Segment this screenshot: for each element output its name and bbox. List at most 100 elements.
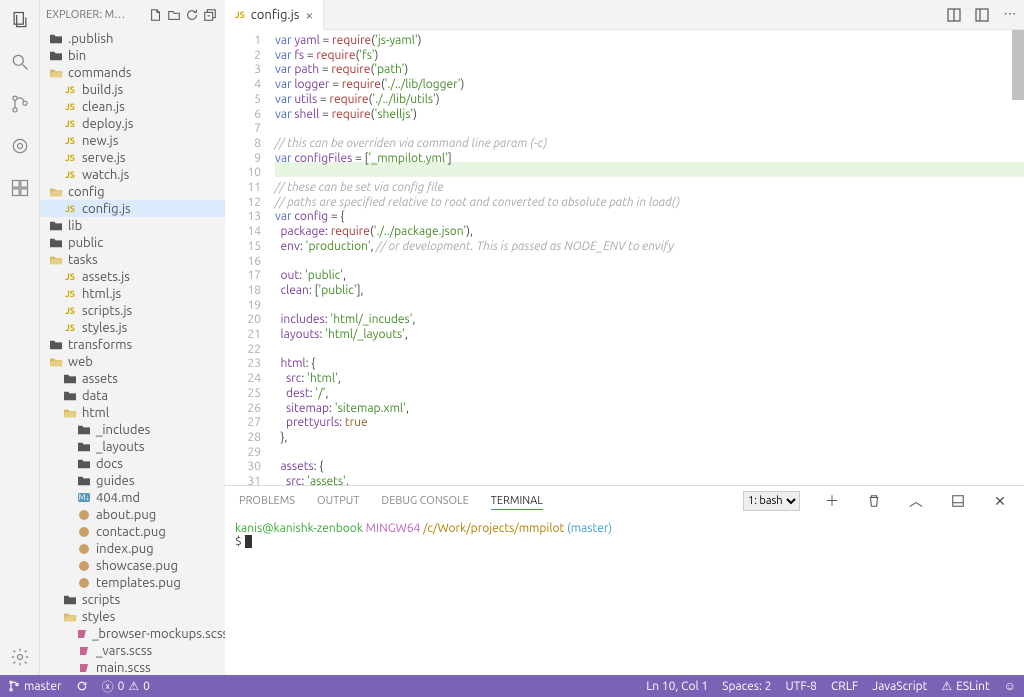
folder-open-icon [48,253,64,267]
tree-item[interactable]: web [40,353,225,370]
tree-item[interactable]: lib [40,217,225,234]
panel-tabs: PROBLEMS OUTPUT DEBUG CONSOLE TERMINAL 1: b… [225,486,1024,516]
folder-icon [62,389,78,403]
tree-item[interactable]: JSserve.js [40,149,225,166]
close-panel-icon[interactable]: ✕ [990,491,1010,511]
code-lines[interactable]: var yaml = require('js-yaml')var fs = re… [275,30,1024,485]
file-tree[interactable]: .publishbincommandsJSbuild.jsJSclean.jsJ… [40,30,225,675]
tree-item[interactable]: transforms [40,336,225,353]
terminal[interactable]: kanis@kanishk-zenbook MINGW64 /c/Work/pr… [225,516,1024,675]
new-file-icon[interactable] [147,6,165,24]
settings-gear-icon[interactable] [8,645,32,669]
tree-item[interactable]: JShtml.js [40,285,225,302]
term-user: kanis@kanishk-zenbook [235,522,363,535]
folder-icon [48,49,64,63]
scrollbar[interactable] [1012,30,1024,485]
js-icon: JS [62,304,78,318]
tree-item[interactable]: JSassets.js [40,268,225,285]
kill-terminal-icon[interactable] [864,491,884,511]
tree-item[interactable]: _layouts [40,438,225,455]
explorer-icon[interactable] [8,8,32,32]
tree-item-label: guides [96,474,134,488]
js-icon: JS [62,100,78,114]
tree-item[interactable]: .publish [40,30,225,47]
tree-item-label: public [68,236,103,250]
refresh-icon[interactable] [183,6,201,24]
tree-item[interactable]: JSbuild.js [40,81,225,98]
maximize-panel-icon[interactable]: ︿ [906,491,926,511]
status-problems[interactable]: ⓧ 0 ⚠ 0 [102,678,150,695]
status-position[interactable]: Ln 10, Col 1 [646,680,708,693]
status-feedback-icon[interactable]: ☺ [1004,679,1016,693]
new-folder-icon[interactable] [165,6,183,24]
tree-item[interactable]: docs [40,455,225,472]
tree-item-label: _browser-mockups.scss [92,627,225,641]
status-eol[interactable]: CRLF [831,680,858,693]
close-icon[interactable]: × [305,7,313,23]
panel-tab-terminal[interactable]: TERMINAL [491,495,543,510]
tree-item[interactable]: JSnew.js [40,132,225,149]
status-branch[interactable]: master [8,680,62,693]
tree-item[interactable]: JSconfig.js [40,200,225,217]
scrollbar-thumb[interactable] [1012,30,1024,100]
tree-item[interactable]: index.pug [40,540,225,557]
panel-tab-output[interactable]: OUTPUT [317,495,359,507]
js-icon: JS [62,287,78,301]
folder-icon [76,440,92,454]
tree-item[interactable]: _browser-mockups.scss [40,625,225,642]
tree-item[interactable]: _includes [40,421,225,438]
tab-config-js[interactable]: JS config.js × [225,0,324,30]
code-editor[interactable]: 1234567891011121314151617181920212223242… [225,30,1024,485]
tree-item-label: clean.js [82,100,125,114]
status-language[interactable]: JavaScript [872,680,927,693]
term-branch: (master) [567,522,612,535]
tree-item[interactable]: M↓404.md [40,489,225,506]
collapse-all-icon[interactable] [201,6,219,24]
tree-item[interactable]: bin [40,47,225,64]
tree-item[interactable]: _vars.scss [40,642,225,659]
explorer-title: EXPLORER: M… [46,9,147,21]
new-terminal-icon[interactable]: ＋ [822,491,842,511]
source-control-icon[interactable] [8,92,32,116]
tree-item[interactable]: templates.pug [40,574,225,591]
panel-tab-debug-console[interactable]: DEBUG CONSOLE [381,495,468,507]
tree-item[interactable]: JSscripts.js [40,302,225,319]
folder-icon [76,474,92,488]
tree-item[interactable]: main.scss [40,659,225,675]
panel-position-icon[interactable] [948,491,968,511]
tree-item[interactable]: JSdeploy.js [40,115,225,132]
tree-item-label: new.js [82,134,118,148]
tree-item[interactable]: contact.pug [40,523,225,540]
tree-item[interactable]: about.pug [40,506,225,523]
pug-icon [76,542,92,556]
tree-item[interactable]: scripts [40,591,225,608]
term-prompt: $ [235,535,242,548]
tree-item[interactable]: data [40,387,225,404]
tree-item[interactable]: html [40,404,225,421]
tree-item[interactable]: showcase.pug [40,557,225,574]
tree-item[interactable]: public [40,234,225,251]
tree-item[interactable]: tasks [40,251,225,268]
tree-item[interactable]: JS clean.js [40,98,225,115]
tree-item[interactable]: JSwatch.js [40,166,225,183]
tree-item[interactable]: commands [40,64,225,81]
status-eslint[interactable]: ⚠ ESLint [941,679,989,693]
more-icon[interactable]: ⋯ [996,1,1024,29]
panel-tab-problems[interactable]: PROBLEMS [239,495,295,507]
terminal-select[interactable]: 1: bash [743,491,800,511]
status-encoding[interactable]: UTF-8 [785,680,816,693]
tree-item[interactable]: assets [40,370,225,387]
tree-item-label: html [82,406,109,420]
tree-item[interactable]: guides [40,472,225,489]
tree-item[interactable]: styles [40,608,225,625]
tree-item[interactable]: JSstyles.js [40,319,225,336]
debug-icon[interactable] [8,134,32,158]
extensions-icon[interactable] [8,176,32,200]
tree-item-label: lib [68,219,82,233]
status-sync[interactable] [76,680,88,692]
split-editor-icon[interactable] [940,1,968,29]
status-spaces[interactable]: Spaces: 2 [722,680,771,693]
tree-item[interactable]: config [40,183,225,200]
layout-icon[interactable] [968,1,996,29]
search-icon[interactable] [8,50,32,74]
